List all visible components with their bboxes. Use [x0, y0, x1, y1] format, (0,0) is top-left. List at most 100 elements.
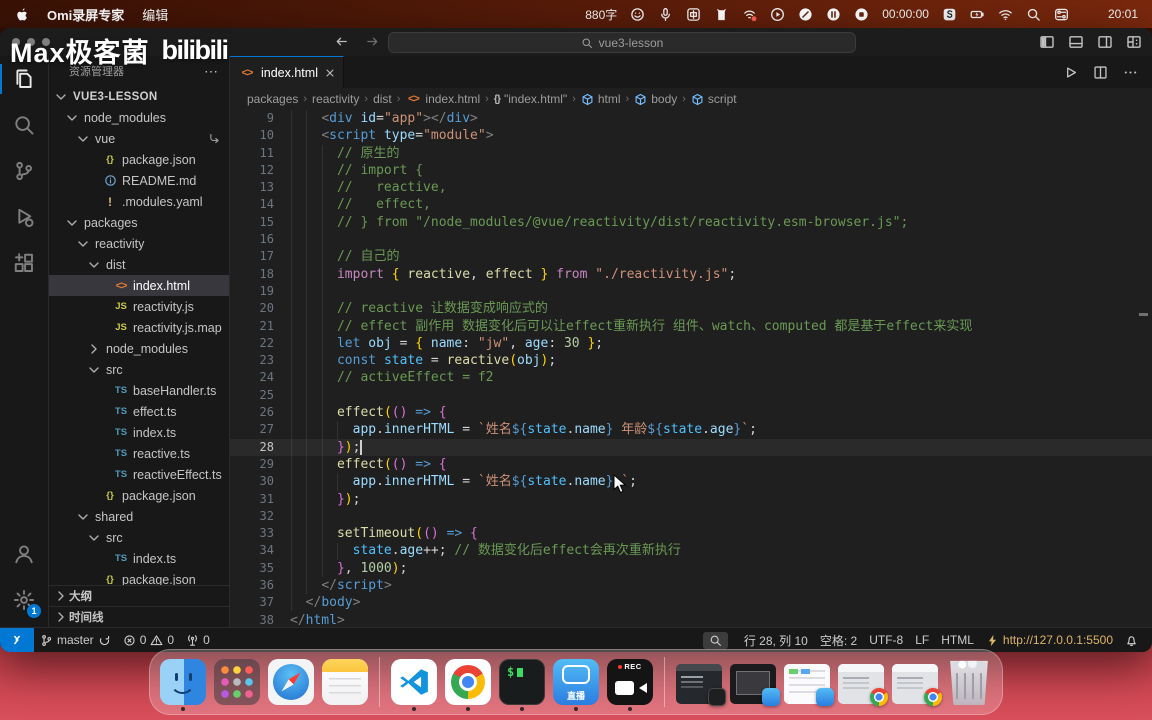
- command-center-search[interactable]: vue3-lesson: [388, 32, 856, 53]
- explorer-more-icon[interactable]: ⋯: [204, 63, 219, 80]
- clock[interactable]: 20:01: [1108, 7, 1138, 21]
- tree-item-reactive.ts[interactable]: TS reactive.ts: [49, 443, 229, 464]
- minimize-window-icon[interactable]: [27, 38, 35, 46]
- dock-vscode[interactable]: [391, 659, 437, 711]
- run-button-icon[interactable]: [1063, 65, 1078, 80]
- toggle-panel-bottom-icon[interactable]: [1068, 34, 1084, 50]
- close-window-icon[interactable]: [12, 38, 20, 46]
- pause-icon[interactable]: [826, 7, 841, 22]
- activitybar-source-control[interactable]: [0, 148, 48, 194]
- breadcrumb-item[interactable]: <> index.html: [405, 92, 480, 106]
- tree-item-src[interactable]: src: [49, 359, 229, 380]
- tree-item-nodemodules[interactable]: node_modules: [49, 107, 229, 128]
- breadcrumb-item[interactable]: script: [691, 92, 737, 106]
- window-traffic-lights[interactable]: [12, 38, 50, 46]
- dock-launchpad[interactable]: [214, 659, 260, 705]
- editor-more-button-icon[interactable]: [1123, 65, 1138, 80]
- tree-item-index.html[interactable]: <> index.html: [49, 275, 229, 296]
- breadcrumb-item[interactable]: packages: [247, 92, 298, 106]
- activitybar-explorer[interactable]: [0, 56, 48, 102]
- tree-item-VUE3-LESSON[interactable]: VUE3-LESSON: [49, 86, 229, 107]
- breadcrumb-item[interactable]: reactivity: [312, 92, 359, 106]
- dock-screen-recorder[interactable]: REC: [607, 659, 653, 711]
- breadcrumb-item[interactable]: html: [581, 92, 621, 106]
- mic-icon[interactable]: [658, 7, 673, 22]
- sidebar-section-时间线[interactable]: 时间线: [49, 606, 229, 627]
- statusbar-search-toggle[interactable]: [697, 631, 738, 649]
- tree-item-shared[interactable]: shared: [49, 506, 229, 527]
- statusbar-language-mode[interactable]: HTML: [935, 633, 980, 647]
- tree-item-baseHandler.ts[interactable]: TS baseHandler.ts: [49, 380, 229, 401]
- statusbar-encoding[interactable]: UTF-8: [863, 633, 909, 647]
- input-method-icon[interactable]: [686, 7, 701, 22]
- menubar-app-name[interactable]: Omi录屏专家: [47, 5, 124, 24]
- activitybar-settings[interactable]: 1: [0, 577, 48, 623]
- statusbar-remote-indicator[interactable]: [0, 628, 34, 652]
- navigate-forward-icon[interactable]: [365, 34, 380, 49]
- dock-chrome[interactable]: [445, 659, 491, 711]
- statusbar-ports[interactable]: 0: [180, 633, 216, 647]
- dock-window-notes[interactable]: [784, 661, 834, 706]
- dock-bilibili-live[interactable]: 直播: [553, 659, 599, 711]
- statusbar-live-server[interactable]: http://127.0.0.1:5500: [980, 633, 1119, 647]
- screen-share-icon[interactable]: [742, 7, 757, 22]
- customize-layout-icon[interactable]: [1126, 34, 1142, 50]
- breadcrumb-item[interactable]: body: [634, 92, 677, 106]
- tree-item-index.ts[interactable]: TS index.ts: [49, 548, 229, 569]
- sidebar-section-大纲[interactable]: 大纲: [49, 585, 229, 606]
- tab-index-html[interactable]: <> index.html: [230, 56, 344, 88]
- battery-icon[interactable]: [970, 7, 985, 22]
- wifi-icon[interactable]: [998, 7, 1013, 22]
- statusbar-problems[interactable]: 00: [117, 633, 180, 647]
- annotate-icon[interactable]: [798, 7, 813, 22]
- dock-window-video[interactable]: [730, 661, 780, 706]
- tree-item-.modules.yaml[interactable]: ! .modules.yaml: [49, 191, 229, 212]
- dock-window-chrome-1[interactable]: [838, 661, 888, 706]
- dock-window-terminal[interactable]: [676, 661, 726, 706]
- word-count[interactable]: 880字: [585, 6, 617, 23]
- tree-item-README.md[interactable]: README.md: [49, 170, 229, 191]
- zoom-window-icon[interactable]: [42, 38, 50, 46]
- dock-window-chrome-2[interactable]: [892, 661, 942, 706]
- activitybar-search[interactable]: [0, 102, 48, 148]
- dock-notes[interactable]: [322, 659, 368, 705]
- tree-item-packages[interactable]: packages: [49, 212, 229, 233]
- recording-timer[interactable]: 00:00:00: [882, 7, 929, 21]
- tree-item-dist[interactable]: dist: [49, 254, 229, 275]
- navigate-back-icon[interactable]: [334, 34, 349, 49]
- tree-item-package.json[interactable]: {} package.json: [49, 485, 229, 506]
- statusbar-eol[interactable]: LF: [909, 633, 935, 647]
- dock-trash[interactable]: [946, 659, 992, 705]
- tree-item-nodemodules[interactable]: node_modules: [49, 338, 229, 359]
- play-icon[interactable]: [770, 7, 785, 22]
- cat-app-icon[interactable]: [714, 7, 729, 22]
- tree-item-reactivity.js[interactable]: JS reactivity.js: [49, 296, 229, 317]
- s-app-icon[interactable]: [942, 7, 957, 22]
- toggle-sidebar-left-icon[interactable]: [1039, 34, 1055, 50]
- dock-terminal[interactable]: [499, 659, 545, 711]
- tree-item-vue[interactable]: vue: [49, 128, 229, 149]
- statusbar-cursor-position[interactable]: 行 28, 列 10: [738, 632, 814, 649]
- breadcrumb-item[interactable]: dist: [373, 92, 392, 106]
- statusbar-git-branch[interactable]: master: [34, 633, 117, 647]
- tree-item-reactiveEffect.ts[interactable]: TS reactiveEffect.ts: [49, 464, 229, 485]
- emoji-icon[interactable]: [630, 7, 645, 22]
- code-editor[interactable]: 9 <div id="app"></div> 10 <script type="m…: [230, 110, 1152, 627]
- toggle-sidebar-right-icon[interactable]: [1097, 34, 1113, 50]
- menubar-menu-编辑[interactable]: 编辑: [142, 8, 168, 23]
- tree-item-package.json[interactable]: {} package.json: [49, 149, 229, 170]
- control-center-icon[interactable]: [1054, 7, 1069, 22]
- breadcrumb-item[interactable]: {} "index.html": [494, 92, 567, 106]
- tree-item-effect.ts[interactable]: TS effect.ts: [49, 401, 229, 422]
- apple-menu-icon[interactable]: [14, 7, 29, 22]
- activitybar-extensions[interactable]: [0, 240, 48, 286]
- vscode-titlebar[interactable]: vue3-lesson: [0, 28, 1152, 56]
- statusbar-notifications[interactable]: [1119, 634, 1144, 647]
- statusbar-indentation[interactable]: 空格: 2: [814, 632, 863, 649]
- tree-item-reactivity[interactable]: reactivity: [49, 233, 229, 254]
- spotlight-icon[interactable]: [1026, 7, 1041, 22]
- activitybar-run-debug[interactable]: [0, 194, 48, 240]
- record-icon[interactable]: [854, 7, 869, 22]
- split-editor-button-icon[interactable]: [1093, 65, 1108, 80]
- dock-finder[interactable]: [160, 659, 206, 711]
